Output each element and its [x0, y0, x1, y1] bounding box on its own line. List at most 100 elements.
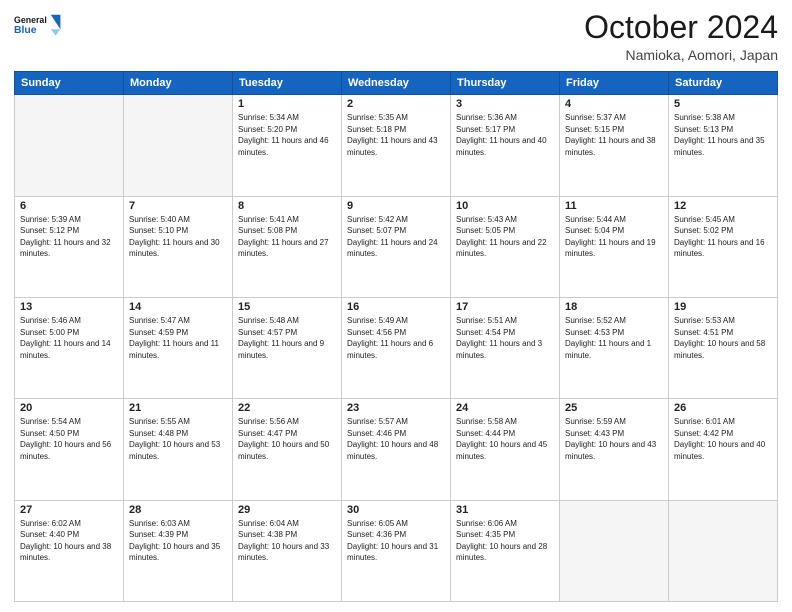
- calendar-cell: 22Sunrise: 5:56 AM Sunset: 4:47 PM Dayli…: [233, 399, 342, 500]
- calendar-cell: 2 Sunrise: 5:35 AM Sunset: 5:18 PM Daylig…: [342, 95, 451, 196]
- calendar: Sunday Monday Tuesday Wednesday Thursday…: [14, 71, 778, 602]
- day-detail: Sunrise: 5:56 AM Sunset: 4:47 PM Dayligh…: [238, 416, 336, 462]
- title-block: October 2024 Namioka, Aomori, Japan: [584, 10, 778, 63]
- logo-icon: General Blue: [14, 10, 62, 42]
- day-detail: Sunrise: 5:34 AM Sunset: 5:20 PM Dayligh…: [238, 112, 336, 158]
- day-number: 9: [347, 200, 445, 212]
- calendar-cell: 17 Sunrise: 5:51 AM Sunset: 4:54 PM Dayli…: [451, 297, 560, 398]
- day-number: 24: [456, 402, 554, 414]
- calendar-cell: [560, 500, 669, 601]
- calendar-cell: 29Sunrise: 6:04 AM Sunset: 4:38 PM Dayli…: [233, 500, 342, 601]
- day-detail: Sunrise: 5:45 AM Sunset: 5:02 PM Dayligh…: [674, 214, 772, 260]
- day-number: 4: [565, 98, 663, 110]
- subtitle: Namioka, Aomori, Japan: [584, 47, 778, 63]
- day-number: 15: [238, 301, 336, 313]
- col-thursday: Thursday: [451, 72, 560, 95]
- day-detail: Sunrise: 5:54 AM Sunset: 4:50 PM Dayligh…: [20, 416, 118, 462]
- day-number: 6: [20, 200, 118, 212]
- calendar-cell: 15 Sunrise: 5:48 AM Sunset: 4:57 PM Dayli…: [233, 297, 342, 398]
- calendar-cell: 30Sunrise: 6:05 AM Sunset: 4:36 PM Dayli…: [342, 500, 451, 601]
- day-detail: Sunrise: 5:39 AM Sunset: 5:12 PM Dayligh…: [20, 214, 118, 260]
- calendar-cell: 28Sunrise: 6:03 AM Sunset: 4:39 PM Dayli…: [124, 500, 233, 601]
- day-detail: Sunrise: 5:52 AM Sunset: 4:53 PM Dayligh…: [565, 315, 663, 361]
- day-number: 13: [20, 301, 118, 313]
- day-number: 27: [20, 504, 118, 516]
- day-number: 18: [565, 301, 663, 313]
- calendar-cell: 4 Sunrise: 5:37 AM Sunset: 5:15 PM Daylig…: [560, 95, 669, 196]
- svg-text:Blue: Blue: [14, 25, 37, 36]
- svg-text:General: General: [14, 15, 47, 25]
- col-wednesday: Wednesday: [342, 72, 451, 95]
- calendar-cell: 14 Sunrise: 5:47 AM Sunset: 4:59 PM Dayli…: [124, 297, 233, 398]
- day-detail: Sunrise: 5:59 AM Sunset: 4:43 PM Dayligh…: [565, 416, 663, 462]
- col-sunday: Sunday: [15, 72, 124, 95]
- day-number: 23: [347, 402, 445, 414]
- day-detail: Sunrise: 5:35 AM Sunset: 5:18 PM Dayligh…: [347, 112, 445, 158]
- day-detail: Sunrise: 5:55 AM Sunset: 4:48 PM Dayligh…: [129, 416, 227, 462]
- day-detail: Sunrise: 6:05 AM Sunset: 4:36 PM Dayligh…: [347, 518, 445, 564]
- col-friday: Friday: [560, 72, 669, 95]
- day-detail: Sunrise: 6:06 AM Sunset: 4:35 PM Dayligh…: [456, 518, 554, 564]
- day-number: 3: [456, 98, 554, 110]
- calendar-cell: [669, 500, 778, 601]
- calendar-cell: 25 Sunrise: 5:59 AM Sunset: 4:43 PM Dayli…: [560, 399, 669, 500]
- day-number: 1: [238, 98, 336, 110]
- day-detail: Sunrise: 5:42 AM Sunset: 5:07 PM Dayligh…: [347, 214, 445, 260]
- day-number: 21: [129, 402, 227, 414]
- day-detail: Sunrise: 5:53 AM Sunset: 4:51 PM Dayligh…: [674, 315, 772, 361]
- day-detail: Sunrise: 6:03 AM Sunset: 4:39 PM Dayligh…: [129, 518, 227, 564]
- calendar-cell: 27 Sunrise: 6:02 AM Sunset: 4:40 PM Dayli…: [15, 500, 124, 601]
- day-detail: Sunrise: 6:01 AM Sunset: 4:42 PM Dayligh…: [674, 416, 772, 462]
- day-detail: Sunrise: 5:44 AM Sunset: 5:04 PM Dayligh…: [565, 214, 663, 260]
- day-detail: Sunrise: 5:57 AM Sunset: 4:46 PM Dayligh…: [347, 416, 445, 462]
- day-number: 10: [456, 200, 554, 212]
- calendar-cell: 5Sunrise: 5:38 AM Sunset: 5:13 PM Daylig…: [669, 95, 778, 196]
- logo: General Blue: [14, 10, 62, 42]
- day-number: 19: [674, 301, 772, 313]
- day-number: 2: [347, 98, 445, 110]
- day-detail: Sunrise: 5:47 AM Sunset: 4:59 PM Dayligh…: [129, 315, 227, 361]
- main-title: October 2024: [584, 10, 778, 45]
- day-detail: Sunrise: 5:43 AM Sunset: 5:05 PM Dayligh…: [456, 214, 554, 260]
- day-detail: Sunrise: 6:02 AM Sunset: 4:40 PM Dayligh…: [20, 518, 118, 564]
- calendar-cell: 18 Sunrise: 5:52 AM Sunset: 4:53 PM Dayli…: [560, 297, 669, 398]
- calendar-cell: 19 Sunrise: 5:53 AM Sunset: 4:51 PM Dayli…: [669, 297, 778, 398]
- day-number: 16: [347, 301, 445, 313]
- day-detail: Sunrise: 5:38 AM Sunset: 5:13 PM Dayligh…: [674, 112, 772, 158]
- col-saturday: Saturday: [669, 72, 778, 95]
- day-detail: Sunrise: 5:49 AM Sunset: 4:56 PM Dayligh…: [347, 315, 445, 361]
- day-number: 25: [565, 402, 663, 414]
- day-number: 8: [238, 200, 336, 212]
- calendar-cell: 20Sunrise: 5:54 AM Sunset: 4:50 PM Dayli…: [15, 399, 124, 500]
- calendar-cell: 16 Sunrise: 5:49 AM Sunset: 4:56 PM Dayli…: [342, 297, 451, 398]
- calendar-header-row: Sunday Monday Tuesday Wednesday Thursday…: [15, 72, 778, 95]
- calendar-cell: 21 Sunrise: 5:55 AM Sunset: 4:48 PM Dayli…: [124, 399, 233, 500]
- calendar-week-4: 20Sunrise: 5:54 AM Sunset: 4:50 PM Dayli…: [15, 399, 778, 500]
- day-number: 17: [456, 301, 554, 313]
- calendar-week-2: 6 Sunrise: 5:39 AM Sunset: 5:12 PM Daylig…: [15, 196, 778, 297]
- calendar-cell: 11 Sunrise: 5:44 AM Sunset: 5:04 PM Dayli…: [560, 196, 669, 297]
- calendar-cell: 6 Sunrise: 5:39 AM Sunset: 5:12 PM Daylig…: [15, 196, 124, 297]
- calendar-week-3: 13Sunrise: 5:46 AM Sunset: 5:00 PM Dayli…: [15, 297, 778, 398]
- calendar-cell: 3Sunrise: 5:36 AM Sunset: 5:17 PM Daylig…: [451, 95, 560, 196]
- calendar-cell: 24Sunrise: 5:58 AM Sunset: 4:44 PM Dayli…: [451, 399, 560, 500]
- calendar-cell: 8 Sunrise: 5:41 AM Sunset: 5:08 PM Daylig…: [233, 196, 342, 297]
- calendar-week-5: 27 Sunrise: 6:02 AM Sunset: 4:40 PM Dayli…: [15, 500, 778, 601]
- day-number: 14: [129, 301, 227, 313]
- calendar-cell: 10 Sunrise: 5:43 AM Sunset: 5:05 PM Dayli…: [451, 196, 560, 297]
- day-number: 12: [674, 200, 772, 212]
- calendar-cell: 9 Sunrise: 5:42 AM Sunset: 5:07 PM Daylig…: [342, 196, 451, 297]
- page: General Blue October 2024 Namioka, Aomor…: [0, 0, 792, 612]
- day-detail: Sunrise: 5:37 AM Sunset: 5:15 PM Dayligh…: [565, 112, 663, 158]
- day-number: 11: [565, 200, 663, 212]
- calendar-cell: 26Sunrise: 6:01 AM Sunset: 4:42 PM Dayli…: [669, 399, 778, 500]
- day-number: 31: [456, 504, 554, 516]
- day-detail: Sunrise: 5:48 AM Sunset: 4:57 PM Dayligh…: [238, 315, 336, 361]
- col-tuesday: Tuesday: [233, 72, 342, 95]
- header: General Blue October 2024 Namioka, Aomor…: [14, 10, 778, 63]
- day-detail: Sunrise: 5:51 AM Sunset: 4:54 PM Dayligh…: [456, 315, 554, 361]
- calendar-cell: 23 Sunrise: 5:57 AM Sunset: 4:46 PM Dayli…: [342, 399, 451, 500]
- day-detail: Sunrise: 5:41 AM Sunset: 5:08 PM Dayligh…: [238, 214, 336, 260]
- calendar-cell: 7Sunrise: 5:40 AM Sunset: 5:10 PM Daylig…: [124, 196, 233, 297]
- calendar-cell: [15, 95, 124, 196]
